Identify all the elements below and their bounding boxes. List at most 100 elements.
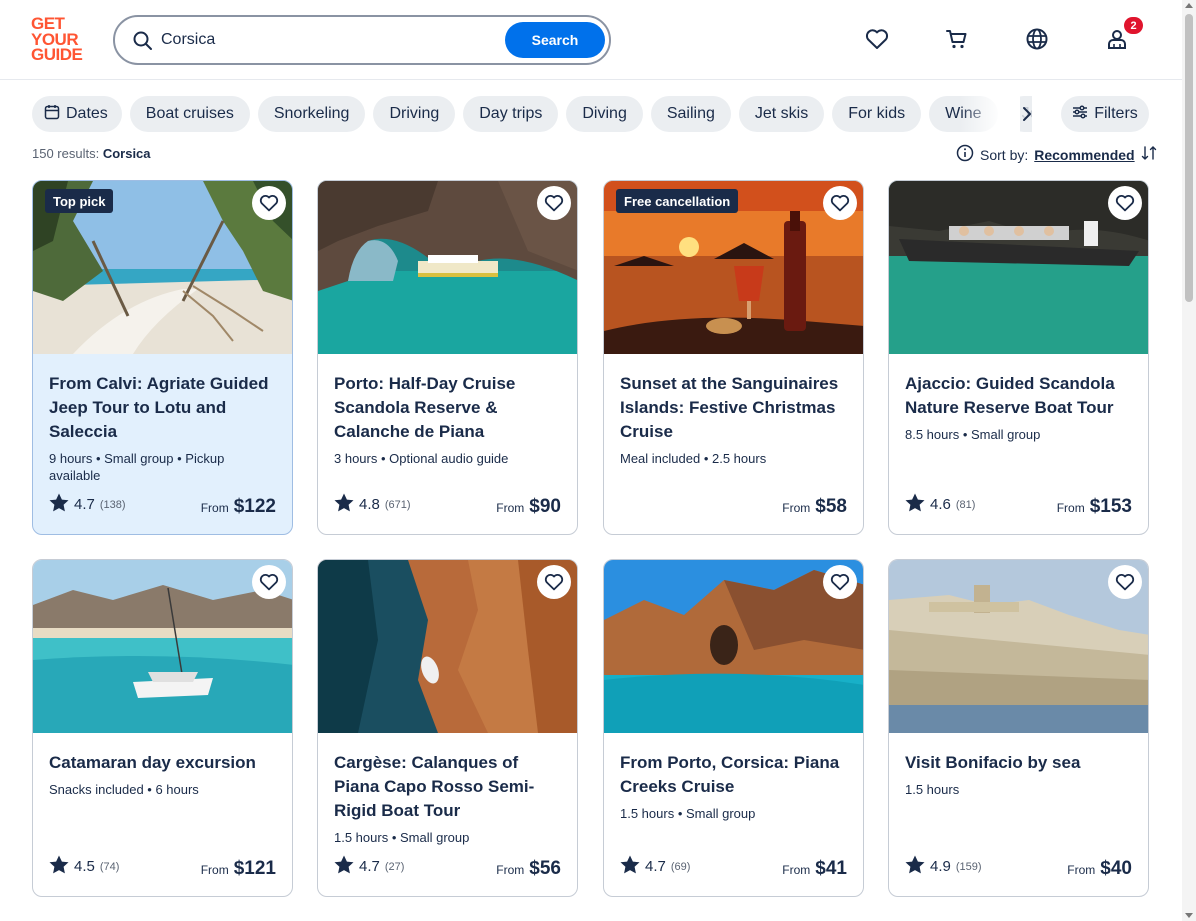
price-from-label: From [782, 501, 811, 515]
price-from-label: From [782, 863, 811, 877]
star-icon [334, 493, 354, 516]
filters-label: Filters [1094, 105, 1138, 122]
price: From $121 [201, 858, 276, 880]
price-value: $153 [1089, 496, 1132, 517]
price-from-label: From [1056, 501, 1085, 515]
heart-icon[interactable] [1108, 565, 1142, 599]
results-count-label: 150 results: [32, 146, 100, 161]
chip-day-trips[interactable]: Day trips [463, 96, 559, 132]
rating-value: 4.5 [74, 858, 95, 875]
activity-image [318, 560, 577, 733]
price: From $40 [1067, 858, 1132, 880]
chip-jet-skis[interactable]: Jet skis [738, 96, 825, 132]
activity-meta: 8.5 hours • Small group [905, 427, 1041, 442]
rating: 4.5 (74) [49, 855, 119, 878]
activity-card[interactable]: From Porto, Corsica: Piana Creeks Cruise… [603, 559, 864, 897]
chip-sailing[interactable]: Sailing [650, 96, 731, 132]
sort-control: Sort by: Recommended [956, 144, 1157, 165]
heart-icon[interactable] [537, 565, 571, 599]
activity-title[interactable]: From Calvi: Agriate Guided Jeep Tour to … [49, 372, 277, 444]
dates-chip[interactable]: Dates [32, 96, 122, 132]
scrollbar-thumb[interactable] [1185, 14, 1193, 302]
heart-icon[interactable] [537, 186, 571, 220]
dates-chip-label: Dates [66, 105, 108, 122]
activity-title[interactable]: Porto: Half-Day Cruise Scandola Reserve … [334, 372, 562, 444]
activity-meta: 3 hours • Optional audio guide [334, 451, 509, 466]
search-button[interactable]: Search [505, 22, 605, 58]
heart-icon[interactable] [823, 186, 857, 220]
review-count: (159) [955, 860, 982, 873]
activity-image: Top pick [33, 181, 292, 354]
price-from-label: From [1067, 863, 1096, 877]
activity-meta: 1.5 hours • Small group [620, 806, 756, 821]
rating-value: 4.7 [74, 496, 95, 513]
activity-card[interactable]: Visit Bonifacio by sea 1.5 hours 4.9 (15… [888, 559, 1149, 897]
activity-title[interactable]: Ajaccio: Guided Scandola Nature Reserve … [905, 372, 1133, 420]
free-cancellation-tag: Free cancellation [616, 189, 739, 213]
scroll-down-arrow-icon[interactable] [1185, 913, 1193, 918]
activity-card[interactable]: Free cancellation Sunset at the Sanguina… [603, 180, 864, 535]
rating: 4.6 (81) [905, 493, 975, 516]
rating: 4.9 (159) [905, 855, 982, 878]
activity-title[interactable]: Catamaran day excursion [49, 751, 277, 775]
rating-value: 4.8 [359, 496, 380, 513]
price: From $122 [201, 496, 276, 518]
search-icon [132, 30, 154, 52]
rating: 4.7 (138) [49, 493, 126, 516]
logo-line-3: GUIDE [31, 45, 83, 64]
heart-icon[interactable] [823, 565, 857, 599]
activity-card[interactable]: Catamaran day excursion Snacks included … [32, 559, 293, 897]
getyourguide-logo[interactable]: GET YOUR GUIDE [31, 15, 91, 64]
heart-icon[interactable] [252, 186, 286, 220]
sort-arrows-icon[interactable] [1141, 145, 1157, 164]
chip-diving[interactable]: Diving [566, 96, 643, 132]
rating-value: 4.9 [930, 858, 951, 875]
star-icon [49, 493, 69, 516]
activity-image [889, 181, 1148, 354]
search-input[interactable] [161, 27, 491, 53]
sliders-icon [1072, 104, 1088, 125]
activity-card[interactable]: Cargèse: Calanques of Piana Capo Rosso S… [317, 559, 578, 897]
activity-image [604, 560, 863, 733]
activity-title[interactable]: Cargèse: Calanques of Piana Capo Rosso S… [334, 751, 562, 823]
cart-icon[interactable] [944, 26, 970, 52]
activity-image [33, 560, 292, 733]
price-from-label: From [200, 863, 229, 877]
activity-card[interactable]: Porto: Half-Day Cruise Scandola Reserve … [317, 180, 578, 535]
chip-for-kids[interactable]: For kids [832, 96, 922, 132]
category-chips: Dates Boat cruises Snorkeling Driving Da… [32, 96, 1032, 132]
rating-value: 4.6 [930, 496, 951, 513]
info-icon[interactable] [956, 144, 974, 165]
scroll-up-arrow-icon[interactable] [1185, 3, 1193, 8]
price-from-label: From [496, 501, 525, 515]
search-bar: Search [113, 15, 611, 65]
star-icon [905, 855, 925, 878]
star-icon [905, 493, 925, 516]
heart-icon[interactable] [252, 565, 286, 599]
sort-label: Sort by: [980, 146, 1029, 163]
chip-snorkeling[interactable]: Snorkeling [257, 96, 366, 132]
price: From $153 [1057, 496, 1132, 518]
page-scrollbar[interactable] [1182, 0, 1196, 921]
results-query: Corsica [102, 146, 151, 161]
review-count: (27) [384, 860, 405, 873]
chip-driving[interactable]: Driving [373, 96, 456, 132]
price: From $58 [782, 496, 847, 518]
activity-card[interactable]: Top pick From Calvi: Agriate Guided Jeep… [32, 180, 293, 535]
chip-boat-cruises[interactable]: Boat cruises [129, 96, 250, 132]
price-value: $122 [233, 496, 276, 517]
filters-button[interactable]: Filters [1061, 96, 1149, 132]
activity-title[interactable]: Sunset at the Sanguinaires Islands: Fest… [620, 372, 848, 444]
wishlist-heart-icon[interactable] [864, 26, 890, 52]
price-value: $121 [233, 858, 276, 879]
activity-meta: 1.5 hours [905, 782, 960, 797]
chevron-right-icon[interactable] [1016, 103, 1038, 125]
heart-icon[interactable] [1108, 186, 1142, 220]
activity-card[interactable]: Ajaccio: Guided Scandola Nature Reserve … [888, 180, 1149, 535]
language-globe-icon[interactable] [1024, 26, 1050, 52]
price-value: $90 [529, 496, 561, 517]
activity-title[interactable]: Visit Bonifacio by sea [905, 751, 1133, 775]
rating-value: 4.7 [359, 858, 380, 875]
activity-title[interactable]: From Porto, Corsica: Piana Creeks Cruise [620, 751, 848, 799]
sort-dropdown[interactable]: Recommended [1034, 147, 1134, 163]
